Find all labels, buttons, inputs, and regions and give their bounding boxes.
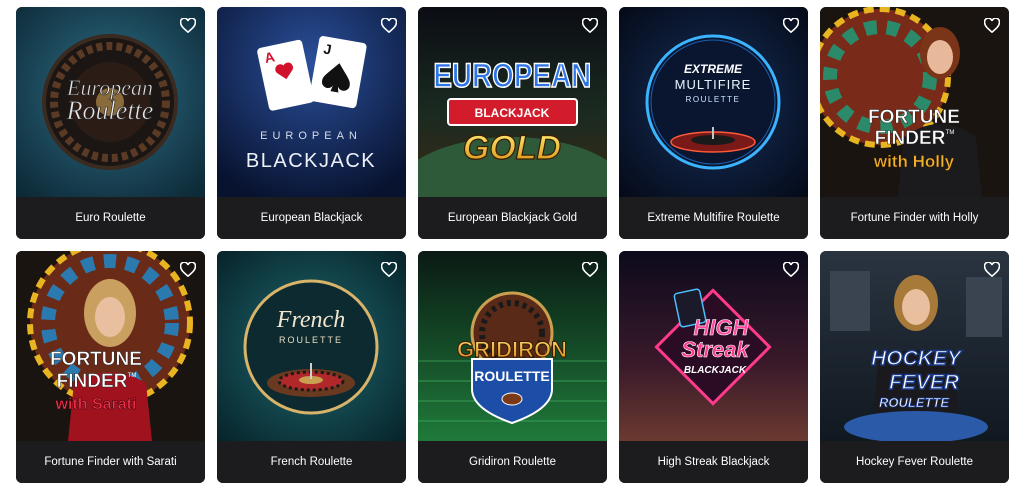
- game-thumbnail[interactable]: A J EUROPEAN BLACKJACK: [217, 7, 406, 197]
- heart-outline-icon[interactable]: [179, 16, 197, 34]
- art-line1: French: [276, 307, 345, 333]
- game-thumbnail[interactable]: European Roulette: [16, 7, 205, 197]
- art-line3: with Sarati: [55, 396, 137, 413]
- game-title[interactable]: Gridiron Roulette: [418, 441, 607, 483]
- game-title[interactable]: Fortune Finder with Holly: [820, 197, 1009, 239]
- game-title[interactable]: European Blackjack Gold: [418, 197, 607, 239]
- heart-outline-icon[interactable]: [782, 16, 800, 34]
- art-line1: GRIDIRON: [457, 337, 567, 362]
- heart-outline-icon[interactable]: [581, 16, 599, 34]
- art-line2: BLACKJACK: [475, 106, 550, 120]
- game-card-high-streak-blackjack[interactable]: HIGH Streak BLACKJACK High Streak Blackj…: [619, 251, 808, 483]
- art-line3: BLACKJACK: [684, 365, 747, 376]
- game-title[interactable]: Hockey Fever Roulette: [820, 441, 1009, 483]
- art-line1: EUROPEAN: [260, 130, 362, 142]
- game-title[interactable]: French Roulette: [217, 441, 406, 483]
- art-line2: FEVER: [889, 371, 960, 394]
- game-card-extreme-multifire-roulette[interactable]: EXTREME MULTIFIRE ROULETTE Extreme Multi…: [619, 7, 808, 239]
- game-grid: European Roulette Euro Roulette A J EURO…: [16, 7, 1009, 483]
- heart-outline-icon[interactable]: [983, 16, 1001, 34]
- game-thumbnail[interactable]: GRIDIRON ROULETTE: [418, 251, 607, 441]
- art-line1: FORTUNE: [50, 349, 142, 370]
- game-title[interactable]: Fortune Finder with Sarati: [16, 441, 205, 483]
- art-line2: ROULETTE: [474, 368, 549, 384]
- game-thumbnail[interactable]: HOCKEY FEVER ROULETTE: [820, 251, 1009, 441]
- game-card-french-roulette[interactable]: French ROULETTE French Roulette: [217, 251, 406, 483]
- art-line2: ROULETTE: [279, 335, 343, 345]
- art-line1: HOCKEY: [871, 347, 963, 370]
- art-line2: Roulette: [66, 96, 154, 125]
- art-line2: Streak: [681, 337, 750, 362]
- heart-outline-icon[interactable]: [380, 16, 398, 34]
- game-thumbnail[interactable]: FORTUNE FINDER TM with Sarati: [16, 251, 205, 441]
- game-thumbnail[interactable]: HIGH Streak BLACKJACK: [619, 251, 808, 441]
- game-card-fortune-finder-holly[interactable]: FORTUNE FINDER TM with Holly Fortune Fin…: [820, 7, 1009, 239]
- art-tm: TM: [946, 130, 955, 136]
- art-line1: EXTREME: [684, 62, 743, 76]
- game-card-gridiron-roulette[interactable]: GRIDIRON ROULETTE Gridiron Roulette: [418, 251, 607, 483]
- game-card-hockey-fever-roulette[interactable]: HOCKEY FEVER ROULETTE Hockey Fever Roule…: [820, 251, 1009, 483]
- art-line2: MULTIFIRE: [675, 77, 752, 92]
- game-card-euro-roulette[interactable]: European Roulette Euro Roulette: [16, 7, 205, 239]
- art-line2: BLACKJACK: [246, 150, 376, 172]
- heart-outline-icon[interactable]: [983, 260, 1001, 278]
- game-title[interactable]: European Blackjack: [217, 197, 406, 239]
- heart-outline-icon[interactable]: [581, 260, 599, 278]
- game-card-fortune-finder-sarati[interactable]: FORTUNE FINDER TM with Sarati Fortune Fi…: [16, 251, 205, 483]
- game-thumbnail[interactable]: EXTREME MULTIFIRE ROULETTE: [619, 7, 808, 197]
- game-thumbnail[interactable]: French ROULETTE: [217, 251, 406, 441]
- art-line3: GOLD: [463, 129, 561, 167]
- game-card-european-blackjack[interactable]: A J EUROPEAN BLACKJACK European Blackjac…: [217, 7, 406, 239]
- art-tm: TM: [128, 373, 137, 379]
- art-line3: ROULETTE: [686, 95, 741, 104]
- art-line1: EUROPEAN: [433, 56, 591, 94]
- game-title[interactable]: Extreme Multifire Roulette: [619, 197, 808, 239]
- game-title[interactable]: Euro Roulette: [16, 197, 205, 239]
- art-line1: FORTUNE: [868, 107, 960, 128]
- game-card-european-blackjack-gold[interactable]: EUROPEAN BLACKJACK GOLD European Blackja…: [418, 7, 607, 239]
- art-line2: FINDER: [875, 128, 946, 149]
- art-line2: FINDER: [57, 371, 128, 392]
- game-thumbnail[interactable]: EUROPEAN BLACKJACK GOLD: [418, 7, 607, 197]
- heart-outline-icon[interactable]: [782, 260, 800, 278]
- heart-outline-icon[interactable]: [380, 260, 398, 278]
- art-line3: with Holly: [873, 152, 955, 171]
- art-line3: ROULETTE: [879, 395, 949, 410]
- heart-outline-icon[interactable]: [179, 260, 197, 278]
- game-thumbnail[interactable]: FORTUNE FINDER TM with Holly: [820, 7, 1009, 197]
- game-title[interactable]: High Streak Blackjack: [619, 441, 808, 483]
